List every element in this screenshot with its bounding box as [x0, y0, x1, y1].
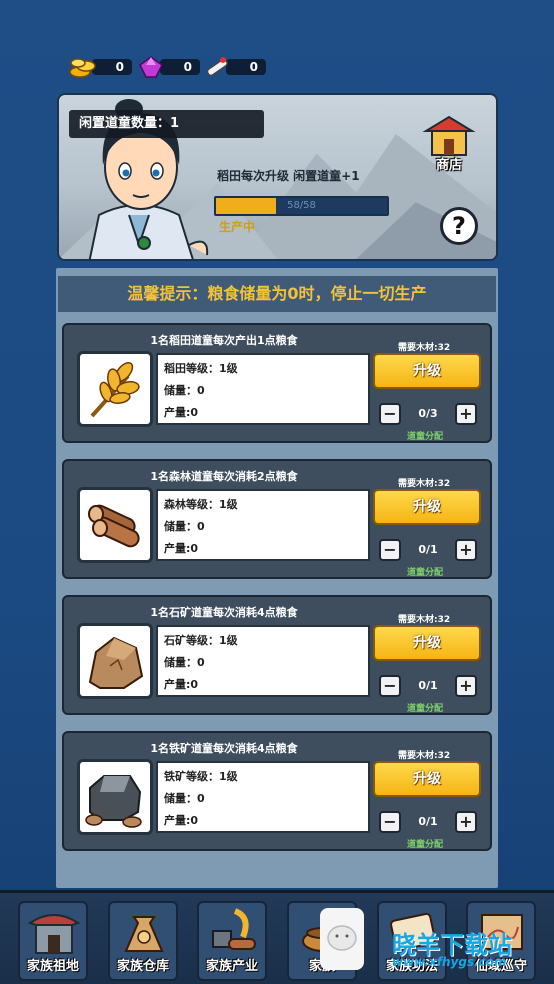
worker-count: 0/1 [418, 815, 438, 828]
upgrade-rule-text: 稻田每次升级 闲置道童+1 [217, 169, 360, 183]
upgrade-button[interactable]: 升级 [373, 353, 481, 389]
nav-ancestral-land[interactable]: 家族祖地 [18, 901, 88, 981]
scroll-resource: 0 [202, 56, 266, 78]
card-icon-box [77, 487, 153, 563]
upgrade-button[interactable]: 升级 [373, 625, 481, 661]
card-paddy: 1名稻田道童每次产出1点粮食 稻田等级：1级 储量：0 产量:0 需要木材:32… [62, 323, 492, 443]
card-info: 稻田等级：1级 储量：0 产量:0 [156, 353, 370, 425]
watermark-logo [320, 908, 364, 970]
gold-resource: 0 [68, 56, 132, 78]
iron-ore-icon [85, 775, 142, 828]
card-icon-box [77, 351, 153, 427]
card-stone: 1名石矿道童每次消耗4点粮食 石矿等级：1级 储量：0 产量:0 需要木材:32… [62, 595, 492, 715]
wood-requirement: 需要木材:32 [398, 343, 451, 353]
hero-panel: 闲置道童数量：1 稻田每次升级 闲置道童+1 58/58 生产中 商店 ? [57, 93, 498, 261]
wood-log-icon [88, 504, 140, 548]
output-text: 产量:0 [164, 542, 199, 555]
minus-button[interactable]: − [379, 403, 401, 425]
nav-industry[interactable]: 家族产业 [197, 901, 267, 981]
wood-requirement: 需要木材:32 [398, 615, 451, 625]
level-text: 石矿等级：1级 [164, 634, 238, 647]
idle-count-label: 闲置道童数量：1 [69, 110, 264, 138]
warm-tip: 温馨提示：粮食储量为0时，停止一切生产 [58, 276, 496, 312]
industry-icon [212, 908, 256, 950]
card-forest: 1名森林道童每次消耗2点粮食 森林等级：1级 储量：0 产量:0 需要木材:32… [62, 459, 492, 579]
nav-label: 家族产业 [205, 959, 258, 974]
worker-count: 0/1 [418, 679, 438, 692]
plus-button[interactable]: + [455, 811, 477, 833]
level-text: 铁矿等级：1级 [164, 770, 238, 783]
progress-text: 58/58 [287, 200, 316, 211]
output-text: 产量:0 [164, 678, 199, 691]
minus-button[interactable]: − [379, 675, 401, 697]
stone-icon [88, 636, 144, 689]
output-text: 产量:0 [164, 406, 199, 419]
nav-label: 家族祖地 [26, 959, 79, 974]
nav-label: 家族仓库 [116, 959, 169, 974]
assign-label: 道童分配 [407, 568, 444, 578]
ancestral-hall-icon [28, 914, 80, 954]
storage-text: 储量：0 [164, 656, 205, 669]
worker-count: 0/1 [418, 543, 438, 556]
shop-label: 商店 [435, 158, 462, 173]
plus-button[interactable]: + [455, 403, 477, 425]
card-info: 铁矿等级：1级 储量：0 产量:0 [156, 761, 370, 833]
scroll-value: 0 [226, 59, 266, 75]
gem-value: 0 [160, 59, 200, 75]
card-icon-box [77, 759, 153, 835]
card-info: 森林等级：1级 储量：0 产量:0 [156, 489, 370, 561]
storage-text: 储量：0 [164, 792, 205, 805]
card-info: 石矿等级：1级 储量：0 产量:0 [156, 625, 370, 697]
purple-gem-icon [139, 56, 163, 78]
card-title: 1名稻田道童每次产出1点粮食 [150, 334, 298, 347]
assign-label: 道童分配 [407, 432, 444, 442]
output-text: 产量:0 [164, 814, 199, 827]
card-icon-box [77, 623, 153, 699]
level-text: 稻田等级：1级 [164, 362, 238, 375]
scroll-icon [206, 57, 228, 77]
plus-button[interactable]: + [455, 539, 477, 561]
shop-icon [422, 115, 476, 156]
card-title: 1名石矿道童每次消耗4点粮食 [150, 606, 298, 619]
gold-coin-icon [69, 58, 96, 78]
upgrade-button[interactable]: 升级 [373, 761, 481, 797]
plus-button[interactable]: + [455, 675, 477, 697]
wood-requirement: 需要木材:32 [398, 751, 451, 761]
production-status: 生产中 [219, 220, 256, 234]
minus-button[interactable]: − [379, 811, 401, 833]
worker-count: 0/3 [418, 407, 438, 420]
production-panel: 温馨提示：粮食储量为0时，停止一切生产 1名稻田道童每次产出1点粮食 稻田等级：… [56, 268, 498, 888]
minus-button[interactable]: − [379, 539, 401, 561]
sheep-logo-icon [327, 925, 357, 951]
assign-label: 道童分配 [407, 704, 444, 714]
level-text: 森林等级：1级 [164, 498, 238, 511]
shop-button[interactable]: 商店 [422, 113, 476, 173]
upgrade-button[interactable]: 升级 [373, 489, 481, 525]
storage-text: 储量：0 [164, 520, 205, 533]
wood-requirement: 需要木材:32 [398, 479, 451, 489]
gem-resource: 0 [136, 56, 200, 78]
gold-value: 0 [92, 59, 132, 75]
watermark-url: www.xfhygs.com [392, 955, 507, 969]
production-progress-bar: 58/58 [214, 196, 389, 216]
storage-text: 储量：0 [164, 384, 205, 397]
card-title: 1名森林道童每次消耗2点粮食 [150, 470, 298, 483]
card-title: 1名铁矿道童每次消耗4点粮食 [150, 742, 298, 755]
wheat-icon [90, 361, 140, 418]
help-button[interactable]: ? [440, 207, 478, 245]
assign-label: 道童分配 [407, 840, 444, 850]
card-iron: 1名铁矿道童每次消耗4点粮食 铁矿等级：1级 储量：0 产量:0 需要木材:32… [62, 731, 492, 851]
warehouse-bag-icon [124, 916, 164, 952]
nav-warehouse[interactable]: 家族仓库 [108, 901, 178, 981]
